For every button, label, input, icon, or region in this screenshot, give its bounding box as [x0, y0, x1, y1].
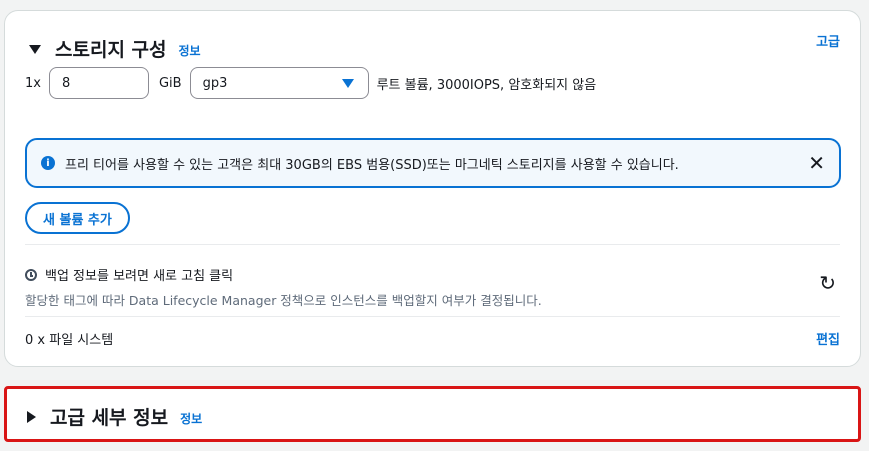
close-icon[interactable]: ✕	[808, 153, 825, 173]
advanced-link[interactable]: 고급	[816, 31, 840, 50]
expand-triangle-icon[interactable]	[27, 410, 36, 423]
file-systems-label: 0 x 파일 시스템	[25, 333, 114, 348]
volume-size-input[interactable]	[48, 67, 149, 99]
storage-header[interactable]: 스토리지 구성 정보	[29, 35, 201, 62]
free-tier-alert: i 프리 티어를 사용할 수 있는 고객은 최대 30GB의 EBS 범용(SS…	[25, 138, 841, 188]
alert-text: 프리 티어를 사용할 수 있는 고객은 최대 30GB의 EBS 범용(SSD)…	[65, 157, 679, 173]
edit-file-systems-link[interactable]: 편집	[816, 329, 840, 348]
refresh-icon[interactable]: ↻	[819, 271, 836, 295]
backup-info: 백업 정보를 보려면 새로 고침 클릭 할당한 태그에 따라 Data Life…	[25, 265, 542, 309]
advanced-info-link[interactable]: 정보	[180, 410, 202, 427]
volume-description: 루트 볼륨, 3000IOPS, 암호화되지 않음	[376, 77, 597, 93]
volume-type-value: gp3	[202, 75, 228, 91]
storage-title: 스토리지 구성	[55, 39, 167, 61]
volume-type-select[interactable]: gp3	[189, 67, 369, 99]
advanced-details-panel: 고급 세부 정보 정보	[4, 386, 861, 442]
collapse-triangle-icon[interactable]	[29, 45, 41, 54]
add-volume-button[interactable]: 새 볼륨 추가	[25, 202, 130, 234]
backup-subtitle: 할당한 태그에 따라 Data Lifecycle Manager 정책으로 인…	[25, 293, 542, 308]
volume-row: 1x GiB gp3 루트 볼륨, 3000IOPS, 암호화되지 않음	[25, 67, 596, 99]
clock-icon	[25, 268, 37, 281]
caret-down-icon	[341, 78, 354, 88]
divider	[25, 316, 840, 317]
storage-panel: 스토리지 구성 정보 고급 1x GiB gp3 루트 볼륨, 3000IOPS…	[4, 10, 861, 367]
volume-multiplier: 1x	[25, 75, 41, 91]
divider	[25, 244, 840, 245]
size-unit-label: GiB	[158, 75, 182, 91]
advanced-details-title: 고급 세부 정보	[50, 407, 169, 429]
advanced-details-header[interactable]: 고급 세부 정보 정보	[27, 403, 202, 430]
info-icon: i	[41, 156, 55, 170]
storage-info-link[interactable]: 정보	[179, 42, 201, 59]
backup-title: 백업 정보를 보려면 새로 고침 클릭	[45, 269, 234, 284]
